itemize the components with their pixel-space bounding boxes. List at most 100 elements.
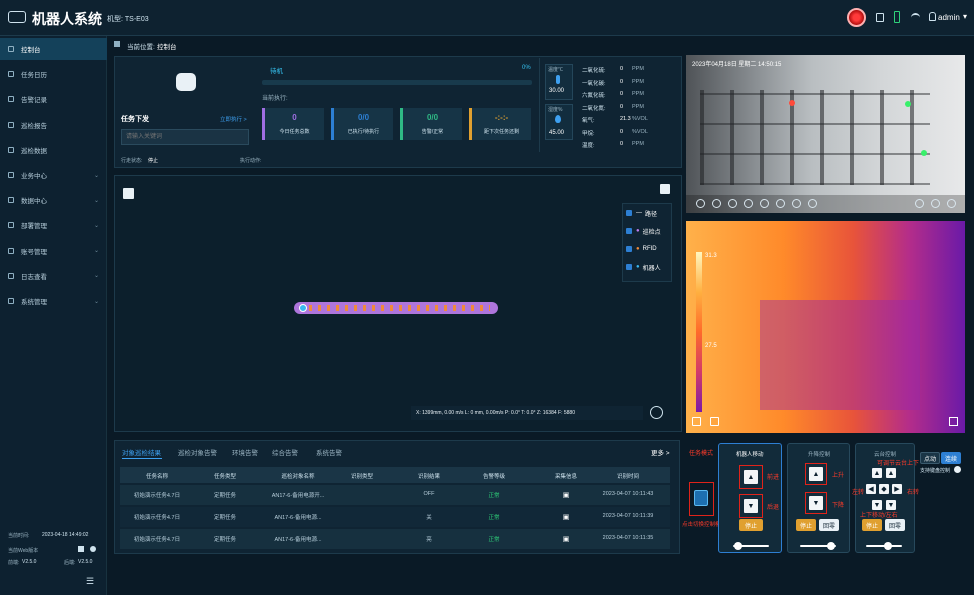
- user-name[interactable]: admin: [938, 13, 960, 22]
- fullscreen-icon[interactable]: [947, 199, 956, 208]
- thermal-snapshot-icon[interactable]: [692, 417, 701, 426]
- sidebar-item-9[interactable]: 账号管理 ⌄: [0, 240, 107, 262]
- flip-icon[interactable]: [776, 199, 785, 208]
- current-time-label: 当前时间:: [8, 533, 30, 539]
- backward-button[interactable]: ▼: [744, 499, 758, 513]
- execute-now-link[interactable]: 立即执行 >: [220, 115, 247, 123]
- battery-icon: [894, 11, 900, 23]
- capture-icon[interactable]: [696, 199, 705, 208]
- legend-checkbox[interactable]: [626, 210, 632, 216]
- table-cell-level: 正常: [488, 515, 500, 521]
- dashboard-icon: [8, 46, 14, 52]
- legend-checkbox[interactable]: [626, 246, 632, 252]
- lift-stop-button[interactable]: 停止: [796, 519, 816, 531]
- account-icon: [8, 247, 14, 254]
- lift-up-button[interactable]: ▲: [809, 467, 823, 481]
- sidebar-item-6[interactable]: 业务中心 ⌄: [0, 164, 107, 186]
- sidebar-item-2[interactable]: 任务日历: [0, 63, 107, 85]
- thermometer-icon: [556, 75, 560, 84]
- sidebar-item-10[interactable]: 日志查看 ⌄: [0, 265, 107, 287]
- continuous-mode-button[interactable]: 连续: [941, 452, 961, 464]
- save-icon[interactable]: [78, 546, 84, 552]
- legend-item[interactable]: ● 机器人: [626, 262, 661, 272]
- pan-up-left-button[interactable]: ▲: [872, 468, 882, 478]
- lift-speed-knob[interactable]: [826, 542, 835, 550]
- sidebar-item-1[interactable]: 控制台: [0, 38, 107, 60]
- move-stop-button[interactable]: 停止: [739, 519, 763, 531]
- pan-speed-knob[interactable]: [883, 542, 892, 550]
- results-tab[interactable]: 环境告警: [232, 447, 258, 457]
- table-cell-info[interactable]: ▣: [563, 535, 570, 543]
- pan-stop-button[interactable]: 停止: [862, 519, 882, 531]
- lift-reset-button[interactable]: 回零: [819, 519, 839, 531]
- chevron-down-icon: ⌄: [93, 197, 99, 204]
- collapse-menu-icon[interactable]: ☰: [86, 576, 94, 587]
- sidebar-item-3[interactable]: 告警记录: [0, 88, 107, 110]
- forward-button[interactable]: ▲: [744, 470, 758, 484]
- lift-down-label: 下降: [832, 503, 845, 509]
- results-tab[interactable]: 对象巡检结果: [122, 447, 161, 457]
- results-more-link[interactable]: 更多 >: [651, 447, 670, 457]
- table-cell-level: 正常: [488, 537, 500, 543]
- video-icon[interactable]: [744, 199, 753, 208]
- help-icon[interactable]: [954, 466, 961, 473]
- sidebar-item-7[interactable]: 数据中心 ⌄: [0, 189, 107, 211]
- task-keyword-input[interactable]: [121, 129, 249, 145]
- zoom-reset-icon[interactable]: [931, 199, 940, 208]
- gas-value: 21.3: [620, 116, 631, 122]
- zoom-in-icon[interactable]: [915, 199, 924, 208]
- settings-icon[interactable]: [90, 546, 96, 552]
- results-tab[interactable]: 系统告警: [316, 447, 342, 457]
- move-speed-slider[interactable]: [733, 542, 769, 550]
- crosshair-icon[interactable]: [760, 199, 769, 208]
- route-points: [300, 305, 490, 311]
- pan-center-button[interactable]: ◆: [879, 484, 889, 494]
- table-row[interactable]: [120, 507, 670, 527]
- pan-down-left-button[interactable]: ▼: [872, 500, 882, 510]
- sidebar-item-8[interactable]: 部署管理 ⌄: [0, 214, 107, 236]
- map-expand-icon[interactable]: [660, 184, 670, 194]
- legend-checkbox[interactable]: [626, 228, 632, 234]
- legend-label: RFID: [642, 246, 657, 252]
- pan-reset-button[interactable]: 回零: [885, 519, 905, 531]
- sidebar-item-11[interactable]: 系统管理 ⌄: [0, 290, 107, 312]
- settings-icon[interactable]: [728, 199, 737, 208]
- legend-item[interactable]: ● 巡检点: [626, 226, 661, 236]
- point-mode-button[interactable]: 点动: [920, 452, 940, 464]
- sidebar-item-5[interactable]: 巡检数据: [0, 139, 107, 161]
- sidebar-item-4[interactable]: 巡检报告: [0, 114, 107, 136]
- table-row[interactable]: [120, 529, 670, 549]
- pan-down-right-button[interactable]: ▼: [886, 500, 896, 510]
- record-icon[interactable]: [712, 199, 721, 208]
- table-cell-info[interactable]: ▣: [563, 513, 570, 521]
- stat-card-value: -:-:-: [494, 113, 509, 122]
- pan-left-label: 左转: [852, 490, 865, 496]
- legend-checkbox[interactable]: [626, 264, 632, 270]
- results-tab[interactable]: 综合告警: [272, 447, 298, 457]
- pan-right-button[interactable]: ▶: [892, 484, 902, 494]
- lift-down-button[interactable]: ▼: [809, 496, 823, 510]
- emergency-stop-button[interactable]: [847, 8, 866, 27]
- legend-item[interactable]: ● RFID: [626, 244, 657, 254]
- pan-speed-slider[interactable]: [866, 542, 902, 550]
- map-screenshot-icon[interactable]: [123, 188, 134, 199]
- thermal-record-icon[interactable]: [710, 417, 719, 426]
- legend-item[interactable]: — 路径: [626, 208, 657, 218]
- pan-updown-hint: 可调节云台上下: [877, 461, 920, 467]
- table-cell-info[interactable]: ▣: [563, 491, 570, 499]
- map-reset-button[interactable]: [650, 406, 663, 419]
- results-tab[interactable]: 巡检对象告警: [178, 447, 217, 457]
- table-row[interactable]: [120, 485, 670, 505]
- wiper-icon[interactable]: [808, 199, 817, 208]
- task-mode-label: 任务模式: [689, 451, 714, 457]
- mode-switch-button[interactable]: [694, 490, 708, 506]
- thermal-fullscreen-icon[interactable]: [949, 417, 958, 426]
- pan-left-button[interactable]: ◀: [866, 484, 876, 494]
- light-icon[interactable]: [792, 199, 801, 208]
- pan-up-right-button[interactable]: ▲: [886, 468, 896, 478]
- robot-avatar-icon: [176, 73, 196, 91]
- speaker-icon[interactable]: [876, 13, 884, 22]
- lift-speed-slider[interactable]: [800, 542, 836, 550]
- thermal-color-scale: [696, 252, 702, 412]
- chevron-down-icon[interactable]: ▾: [963, 12, 967, 21]
